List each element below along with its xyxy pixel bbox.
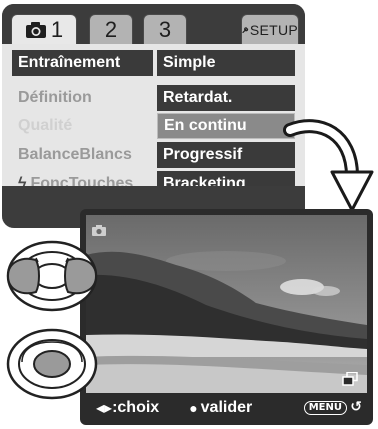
tab-2[interactable]: 2	[89, 14, 133, 45]
menu-row-name: Définition	[18, 89, 92, 106]
tab-setup-label: SETUP	[249, 22, 298, 38]
menu-row-name: BalanceBlancs	[18, 146, 132, 163]
status-bar: ◂▸ :choix ● valider MENU ↺	[86, 395, 367, 421]
menu-row-definition[interactable]: Définition Retardat.	[12, 85, 299, 111]
menu-row-balanceblancs[interactable]: BalanceBlancs Progressif	[12, 142, 299, 168]
tab-setup[interactable]: SETUP	[241, 14, 299, 45]
camera-icon	[25, 22, 46, 38]
tab-3[interactable]: 3	[143, 14, 187, 45]
menu-row-value: Retardat.	[157, 85, 295, 111]
tab-2-label: 2	[104, 17, 118, 42]
controller-left-right[interactable]	[0, 226, 112, 330]
controller-center[interactable]	[0, 318, 112, 410]
menu-row-name: Entraînement	[12, 50, 153, 76]
return-arrow-icon: ↺	[350, 398, 362, 414]
center-dot-icon: ●	[189, 400, 198, 416]
camera-menu: 1 2 3 SETUP Entraînement Simple Définiti…	[2, 4, 305, 228]
curved-arrow-icon	[283, 119, 374, 212]
menu-tab-strip: 1 2 3 SETUP	[2, 4, 305, 48]
menu-button-label: MENU	[303, 401, 347, 415]
wrench-icon	[242, 27, 249, 34]
monitor-screen: ◂▸ :choix ● valider MENU ↺	[80, 209, 373, 425]
menu-row-value: Simple	[157, 50, 295, 76]
landscape-photo	[86, 215, 367, 393]
tab-1[interactable]: 1	[11, 14, 77, 45]
menu-row-qualite[interactable]: Qualité En continu	[12, 113, 299, 139]
nav-choice-text: :choix	[112, 399, 160, 416]
tab-3-label: 3	[158, 17, 172, 42]
tab-1-label: 1	[50, 17, 64, 42]
menu-row-name: Qualité	[18, 117, 73, 134]
confirm-text: valider	[200, 399, 253, 416]
menu-row-entrainement[interactable]: Entraînement Simple	[12, 50, 299, 76]
continuous-drive-icon	[342, 372, 358, 386]
